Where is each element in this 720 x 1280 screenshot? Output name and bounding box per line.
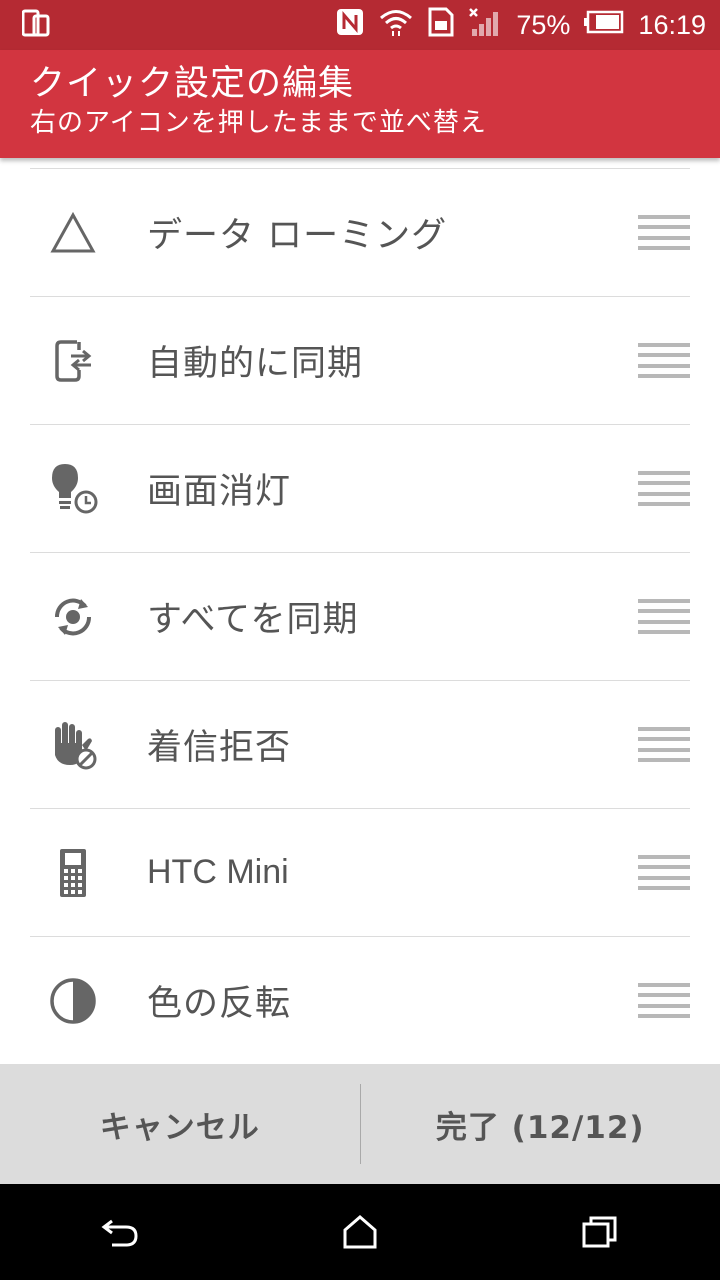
drag-handle-icon[interactable] [638, 854, 690, 891]
list-item[interactable]: 自動的に同期 [30, 297, 690, 425]
signal-icon [468, 7, 502, 44]
page-title: クイック設定の編集 [30, 64, 355, 104]
drag-handle-icon[interactable] [638, 470, 690, 507]
page-subtitle: 右のアイコンを押したままで並べ替え [30, 108, 487, 138]
page-header: クイック設定の編集 右のアイコンを押したままで並べ替え [0, 50, 720, 158]
item-label: 自動的に同期 [147, 344, 364, 384]
item-label: すべてを同期 [147, 600, 359, 640]
sd-card-icon [428, 7, 454, 44]
home-icon[interactable] [310, 1202, 410, 1262]
status-bar: 75% 16:19 [0, 0, 720, 50]
back-icon[interactable] [70, 1202, 170, 1262]
sync-icon [30, 582, 116, 652]
list-item[interactable]: HTC Mini [30, 809, 690, 937]
battery-icon [584, 10, 624, 41]
item-label: 色の反転 [147, 984, 292, 1024]
item-label: データ ローミング [147, 216, 448, 256]
wifi-icon [378, 7, 414, 44]
hand-block-icon [30, 710, 116, 780]
device-icon [21, 8, 50, 42]
list-item[interactable]: 色の反転 [30, 937, 690, 1065]
phone-sync-icon [30, 326, 116, 396]
drag-handle-icon[interactable] [638, 598, 690, 635]
htc-mini-icon [30, 838, 116, 908]
drag-handle-icon[interactable] [638, 342, 690, 379]
battery-percent: 75% [516, 9, 571, 40]
cancel-button[interactable]: キャンセル [0, 1064, 360, 1184]
quick-settings-list: データ ローミング 自動的に同期 画面消灯 すべてを同期 着信拒否 HTC Mi… [30, 168, 690, 1065]
item-label: HTC Mini [147, 853, 289, 891]
navigation-bar [0, 1184, 720, 1280]
drag-handle-icon[interactable] [638, 982, 690, 1019]
drag-handle-icon[interactable] [638, 214, 690, 251]
invert-color-icon [30, 966, 116, 1036]
drag-handle-icon[interactable] [638, 726, 690, 763]
bulb-timer-icon [30, 454, 116, 524]
list-item[interactable]: データ ローミング [30, 169, 690, 297]
clock: 16:19 [638, 9, 706, 40]
list-item[interactable]: すべてを同期 [30, 553, 690, 681]
list-item[interactable]: 着信拒否 [30, 681, 690, 809]
recent-apps-icon[interactable] [550, 1202, 650, 1262]
done-button[interactable]: 完了 (12/12) [361, 1064, 720, 1184]
list-item[interactable]: 画面消灯 [30, 425, 690, 553]
nfc-icon [336, 8, 364, 43]
item-label: 着信拒否 [147, 728, 292, 768]
action-bar: キャンセル 完了 (12/12) [0, 1064, 720, 1184]
triangle-icon [30, 198, 116, 268]
item-label: 画面消灯 [147, 472, 292, 512]
